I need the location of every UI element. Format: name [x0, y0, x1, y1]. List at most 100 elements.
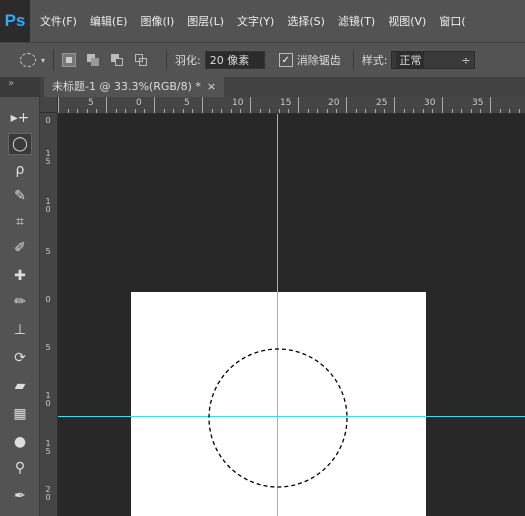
- crop-icon: ⌗: [16, 214, 24, 230]
- ruler-tick: [490, 97, 491, 113]
- elliptical-marquee-tool[interactable]: ◯: [8, 133, 32, 155]
- style-select[interactable]: 正常 ÷: [391, 51, 476, 69]
- ruler-tick: [192, 109, 193, 113]
- new-selection-button[interactable]: [62, 53, 77, 67]
- menu-file[interactable]: 文件(F): [40, 13, 77, 29]
- pen-icon: ✒: [14, 488, 26, 504]
- ruler-tick: [77, 109, 78, 113]
- ruler-origin[interactable]: [40, 97, 58, 113]
- subtract-from-selection-button[interactable]: [110, 53, 124, 67]
- ruler-tick: [87, 109, 88, 113]
- ruler-label: 30: [424, 98, 436, 108]
- menu-bar: Ps 文件(F) 编辑(E) 图像(I) 图层(L) 文字(Y) 选择(S) 滤…: [0, 0, 525, 42]
- ruler-tick: [231, 109, 232, 113]
- ruler-label: 5: [88, 98, 94, 108]
- ruler-tick: [183, 109, 184, 113]
- history-brush-icon: ⟳: [14, 350, 26, 366]
- menu-filter[interactable]: 滤镜(T): [338, 13, 375, 29]
- ruler-tick: [336, 109, 337, 113]
- ruler-tick: [346, 97, 347, 113]
- ruler-tick: [471, 109, 472, 113]
- brush-tool[interactable]: ✏: [8, 291, 32, 313]
- tool-preset-caret-icon[interactable]: ▾: [41, 56, 45, 65]
- healing-brush-icon: ✚: [14, 268, 26, 284]
- brush-icon: ✏: [14, 294, 26, 310]
- ruler-tick: [480, 109, 481, 113]
- healing-brush-tool[interactable]: ✚: [8, 265, 32, 287]
- close-tab-icon[interactable]: ×: [207, 80, 216, 93]
- blur-tool[interactable]: ●: [8, 431, 32, 453]
- ruler-tick: [423, 109, 424, 113]
- crop-tool[interactable]: ⌗: [8, 211, 32, 233]
- elliptical-selection[interactable]: [207, 347, 349, 489]
- eraser-tool[interactable]: ▰: [8, 375, 32, 397]
- menu-image[interactable]: 图像(I): [140, 13, 174, 29]
- style-select-caret-icon: ÷: [461, 53, 471, 67]
- move-icon: ▸+: [10, 110, 30, 126]
- photoshop-logo: Ps: [0, 0, 30, 42]
- lasso-tool[interactable]: ρ: [8, 159, 32, 181]
- quick-selection-icon: ✎: [14, 188, 26, 204]
- pen-tool[interactable]: ✒: [8, 485, 32, 507]
- add-to-selection-button[interactable]: [86, 53, 100, 67]
- ruler-label: 1 0: [45, 197, 51, 214]
- tool-preset-elliptical-icon[interactable]: [20, 53, 36, 67]
- ruler-tick: [116, 109, 117, 113]
- ruler-tick: [144, 109, 145, 113]
- feather-input[interactable]: 20 像素: [204, 51, 265, 69]
- ruler-tick: [442, 97, 443, 113]
- ruler-tick: [106, 97, 107, 113]
- ruler-label: 1 5: [45, 149, 51, 166]
- ruler-tick: [96, 109, 97, 113]
- antialias-checkbox[interactable]: ✓: [278, 53, 293, 67]
- ruler-tick: [164, 109, 165, 113]
- ruler-label: 10: [232, 98, 244, 108]
- intersect-selection-button[interactable]: [134, 53, 148, 67]
- ruler-label: 5: [45, 247, 51, 256]
- style-label: 样式:: [361, 54, 388, 67]
- options-divider: [53, 50, 55, 70]
- menu-window[interactable]: 窗口(: [439, 13, 465, 29]
- gradient-icon: ▦: [13, 406, 27, 422]
- ruler-tick: [269, 109, 270, 113]
- ruler-tick: [202, 97, 203, 113]
- ruler-tick: [356, 109, 357, 113]
- tools-panel: ▸+ ◯ ρ ✎ ⌗ ✐ ✚ ✏ ⊥ ⟳ ▰ ▦ ● ⚲ ✒: [0, 97, 40, 516]
- ruler-tick: [154, 97, 155, 113]
- ruler-tick: [260, 109, 261, 113]
- ruler-label: 20: [328, 98, 340, 108]
- ruler-tick: [394, 97, 395, 113]
- ruler-label: 25: [376, 98, 388, 108]
- clone-stamp-tool[interactable]: ⊥: [8, 319, 32, 341]
- menu-layer[interactable]: 图层(L): [187, 13, 224, 29]
- ruler-label: 15: [280, 98, 292, 108]
- eyedropper-tool[interactable]: ✐: [8, 237, 32, 259]
- menu-type[interactable]: 文字(Y): [237, 13, 274, 29]
- history-brush-tool[interactable]: ⟳: [8, 347, 32, 369]
- ruler-tick: [500, 109, 501, 113]
- ruler-tick: [308, 109, 309, 113]
- ruler-tick: [519, 109, 520, 113]
- document-tab-title: 未标题-1 @ 33.3%(RGB/8) *: [52, 80, 201, 93]
- menu-edit[interactable]: 编辑(E): [90, 13, 128, 29]
- ruler-tick: [125, 109, 126, 113]
- canvas-area[interactable]: [58, 114, 525, 516]
- move-tool[interactable]: ▸+: [8, 107, 32, 129]
- ruler-tick: [68, 109, 69, 113]
- dodge-tool[interactable]: ⚲: [8, 457, 32, 479]
- vertical-ruler[interactable]: 0 1 5 1 0 5 0 5 1 0 1 5 2 0: [40, 113, 58, 516]
- menu-select[interactable]: 选择(S): [287, 13, 325, 29]
- antialias-label: 消除锯齿: [296, 54, 341, 67]
- gradient-tool[interactable]: ▦: [8, 403, 32, 425]
- horizontal-ruler[interactable]: 5 0 5 10 15 20 25 30 35: [58, 97, 525, 114]
- quick-selection-tool[interactable]: ✎: [8, 185, 32, 207]
- clone-stamp-icon: ⊥: [13, 322, 27, 338]
- ruler-tick: [279, 109, 280, 113]
- ruler-tick: [212, 109, 213, 113]
- panel-collapse-strip: »: [0, 77, 40, 97]
- document-tab[interactable]: 未标题-1 @ 33.3%(RGB/8) * ×: [44, 77, 225, 97]
- menu-view[interactable]: 视图(V): [388, 13, 426, 29]
- ruler-tick: [58, 97, 59, 113]
- expand-panel-icon[interactable]: »: [8, 78, 14, 89]
- options-bar: ▾ 羽化: 20 像素 ✓ 消除锯齿 样式: 正常 ÷: [0, 42, 525, 78]
